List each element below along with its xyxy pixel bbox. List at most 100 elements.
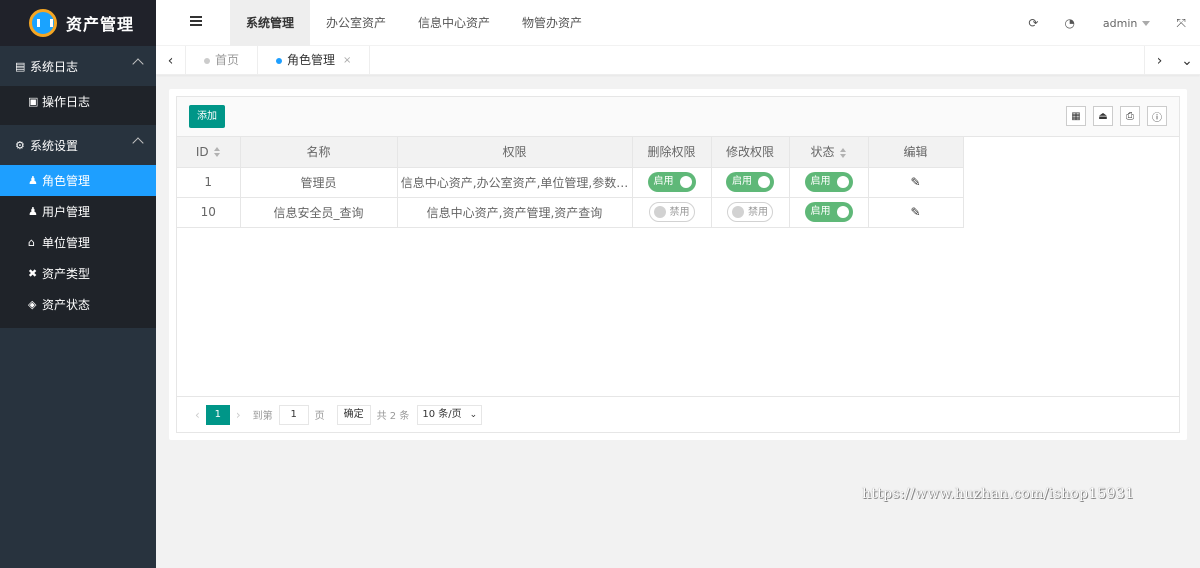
col-header-status[interactable]: 状态: [789, 137, 869, 168]
user-icon: ♟: [28, 174, 38, 187]
logo-icon: [29, 9, 57, 37]
table-header-row: ID 名称 权限 删除权限 修改权限 状态 编辑: [177, 137, 964, 168]
bank-icon: ⌂: [28, 236, 35, 249]
cell-permissions: 信息中心资产,资产管理,资产查询: [397, 197, 633, 228]
status-switch[interactable]: 启用: [804, 202, 853, 222]
sidebar-item-operation-log[interactable]: ▣ 操作日志: [0, 86, 156, 117]
table-row: 10 信息安全员_查询 信息中心资产,资产管理,资产查询 禁用 禁用 启用 ✎: [177, 197, 964, 228]
sidebar: 资产管理 ▤ 系统日志 ▣ 操作日志 ⚙ 系统设置 ♟ 角色管理 ♟ 用户管理 …: [0, 0, 156, 568]
chevron-down-icon[interactable]: ⌄: [1174, 46, 1200, 75]
tabs-scroll-right-icon[interactable]: ›: [1144, 46, 1174, 75]
file-icon: ▤: [15, 59, 26, 73]
data-table: 添加 ▦ ⏏ ⎙ ⓘ ID 名称 权限 删除权限 修改权限 状态 编辑 1 管理…: [176, 96, 1180, 433]
tab-home[interactable]: 首页: [186, 46, 259, 75]
chevron-up-icon: [132, 58, 144, 70]
col-header-permissions: 权限: [397, 137, 633, 168]
status-switch[interactable]: 启用: [804, 172, 853, 192]
page-tabs: 首页 角色管理 ×: [186, 46, 371, 75]
info-icon[interactable]: ⓘ: [1147, 106, 1167, 126]
pagination: ‹ 1 › 到第 1 页 确定 共 2 条 10 条/页 ⌄: [177, 396, 1179, 432]
user-menu[interactable]: admin: [1103, 17, 1151, 30]
sort-icon[interactable]: [213, 147, 221, 158]
sidebar-item-user-management[interactable]: ♟ 用户管理: [0, 196, 156, 227]
tab-label: 首页: [215, 53, 240, 67]
user-icon: ♟: [28, 205, 38, 218]
tabs-bar: ‹ 首页 角色管理 × › ⌄: [156, 46, 1200, 75]
tab-label: 角色管理: [287, 53, 336, 67]
pencil-icon[interactable]: ✎: [910, 205, 920, 219]
table-tools: ▦ ⏏ ⎙ ⓘ: [1059, 106, 1167, 126]
cell-modify-permission: 禁用: [711, 197, 790, 228]
tools-icon: ✖: [28, 267, 38, 280]
col-header-name: 名称: [240, 137, 398, 168]
logo[interactable]: 资产管理: [0, 0, 156, 46]
confirm-button[interactable]: 确定: [336, 404, 371, 425]
cell-id: 10: [177, 197, 241, 228]
dashboard-icon[interactable]: ◔: [1064, 16, 1074, 30]
doc-icon: ▣: [28, 95, 39, 108]
goto-label: 到第: [252, 411, 273, 422]
fullscreen-icon[interactable]: ⤧: [1176, 16, 1186, 31]
delete-permission-switch[interactable]: 禁用: [648, 202, 695, 222]
top-header: 系统管理 办公室资产 信息中心资产 物管办资产 ⟳ ◔ admin ⤧: [156, 0, 1200, 46]
print-icon[interactable]: ⎙: [1120, 106, 1140, 126]
page-size-value: 10 条/页: [422, 408, 462, 420]
nav-office-assets[interactable]: 办公室资产: [310, 0, 402, 46]
page-label: 页: [314, 411, 325, 422]
page-size-select[interactable]: 10 条/页 ⌄: [417, 404, 483, 425]
col-header-delete-permission: 删除权限: [632, 137, 712, 168]
sort-icon[interactable]: [839, 147, 847, 158]
prev-page-icon[interactable]: ‹: [189, 408, 206, 422]
refresh-icon[interactable]: ⟳: [1028, 16, 1038, 30]
sidebar-item-label: 资产类型: [42, 267, 91, 281]
gears-icon: ⚙: [15, 138, 25, 152]
total-count: 共 2 条: [376, 411, 410, 422]
goto-page-input[interactable]: 1: [278, 404, 309, 425]
cell-delete-permission: 禁用: [632, 197, 712, 228]
cell-id: 1: [177, 167, 241, 198]
tab-dot-icon: [204, 57, 210, 64]
content-card: 添加 ▦ ⏏ ⎙ ⓘ ID 名称 权限 删除权限 修改权限 状态 编辑 1 管理…: [169, 89, 1187, 440]
sidebar-group-label: 系统设置: [30, 138, 79, 153]
modify-permission-switch[interactable]: 禁用: [727, 202, 773, 222]
sidebar-item-role-management[interactable]: ♟ 角色管理: [0, 165, 156, 196]
caret-down-icon: [1142, 21, 1151, 26]
next-page-icon[interactable]: ›: [230, 408, 247, 422]
submenu-system-log: ▣ 操作日志: [0, 86, 156, 125]
tab-dot-icon: [276, 57, 283, 64]
tab-role-management[interactable]: 角色管理 ×: [258, 46, 371, 75]
nav-info-center-assets[interactable]: 信息中心资产: [402, 0, 506, 46]
sidebar-group-system-log[interactable]: ▤ 系统日志: [0, 46, 156, 86]
nav-property-office-assets[interactable]: 物管办资产: [506, 0, 598, 46]
cell-edit: ✎: [868, 197, 964, 228]
top-nav: 系统管理 办公室资产 信息中心资产 物管办资产: [230, 0, 598, 46]
sidebar-item-asset-status[interactable]: ◈ 资产状态: [0, 289, 156, 320]
submenu-system-settings: ♟ 角色管理 ♟ 用户管理 ⌂ 单位管理 ✖ 资产类型 ◈ 资产状态: [0, 165, 156, 328]
watermark: https://www.huzhan.com/ishop15931: [862, 486, 1135, 502]
nav-system-management[interactable]: 系统管理: [230, 0, 311, 46]
cell-name: 管理员: [240, 167, 398, 198]
pencil-icon[interactable]: ✎: [910, 175, 920, 189]
close-icon[interactable]: ×: [343, 46, 351, 75]
current-page[interactable]: 1: [205, 404, 230, 425]
columns-filter-icon[interactable]: ▦: [1066, 106, 1086, 126]
sidebar-item-label: 角色管理: [42, 174, 91, 188]
col-header-id[interactable]: ID: [177, 137, 241, 168]
cell-modify-permission: 启用: [711, 167, 790, 198]
app-title: 资产管理: [66, 15, 135, 34]
cell-status: 启用: [789, 167, 869, 198]
sidebar-item-asset-type[interactable]: ✖ 资产类型: [0, 258, 156, 289]
delete-permission-switch[interactable]: 启用: [647, 172, 696, 192]
role-table: ID 名称 权限 删除权限 修改权限 状态 编辑 1 管理员 信息中心资产,办公…: [177, 137, 964, 228]
sidebar-item-unit-management[interactable]: ⌂ 单位管理: [0, 227, 156, 258]
tabs-scroll-left-icon[interactable]: ‹: [156, 46, 186, 75]
sidebar-item-label: 操作日志: [42, 95, 91, 109]
sidebar-group-system-settings[interactable]: ⚙ 系统设置: [0, 125, 156, 165]
export-icon[interactable]: ⏏: [1093, 106, 1113, 126]
menu-toggle-icon[interactable]: [190, 16, 202, 28]
add-button[interactable]: 添加: [189, 105, 225, 128]
sidebar-group-label: 系统日志: [30, 59, 79, 74]
modify-permission-switch[interactable]: 启用: [726, 172, 774, 192]
cell-name: 信息安全员_查询: [240, 197, 398, 228]
col-header-edit: 编辑: [868, 137, 964, 168]
